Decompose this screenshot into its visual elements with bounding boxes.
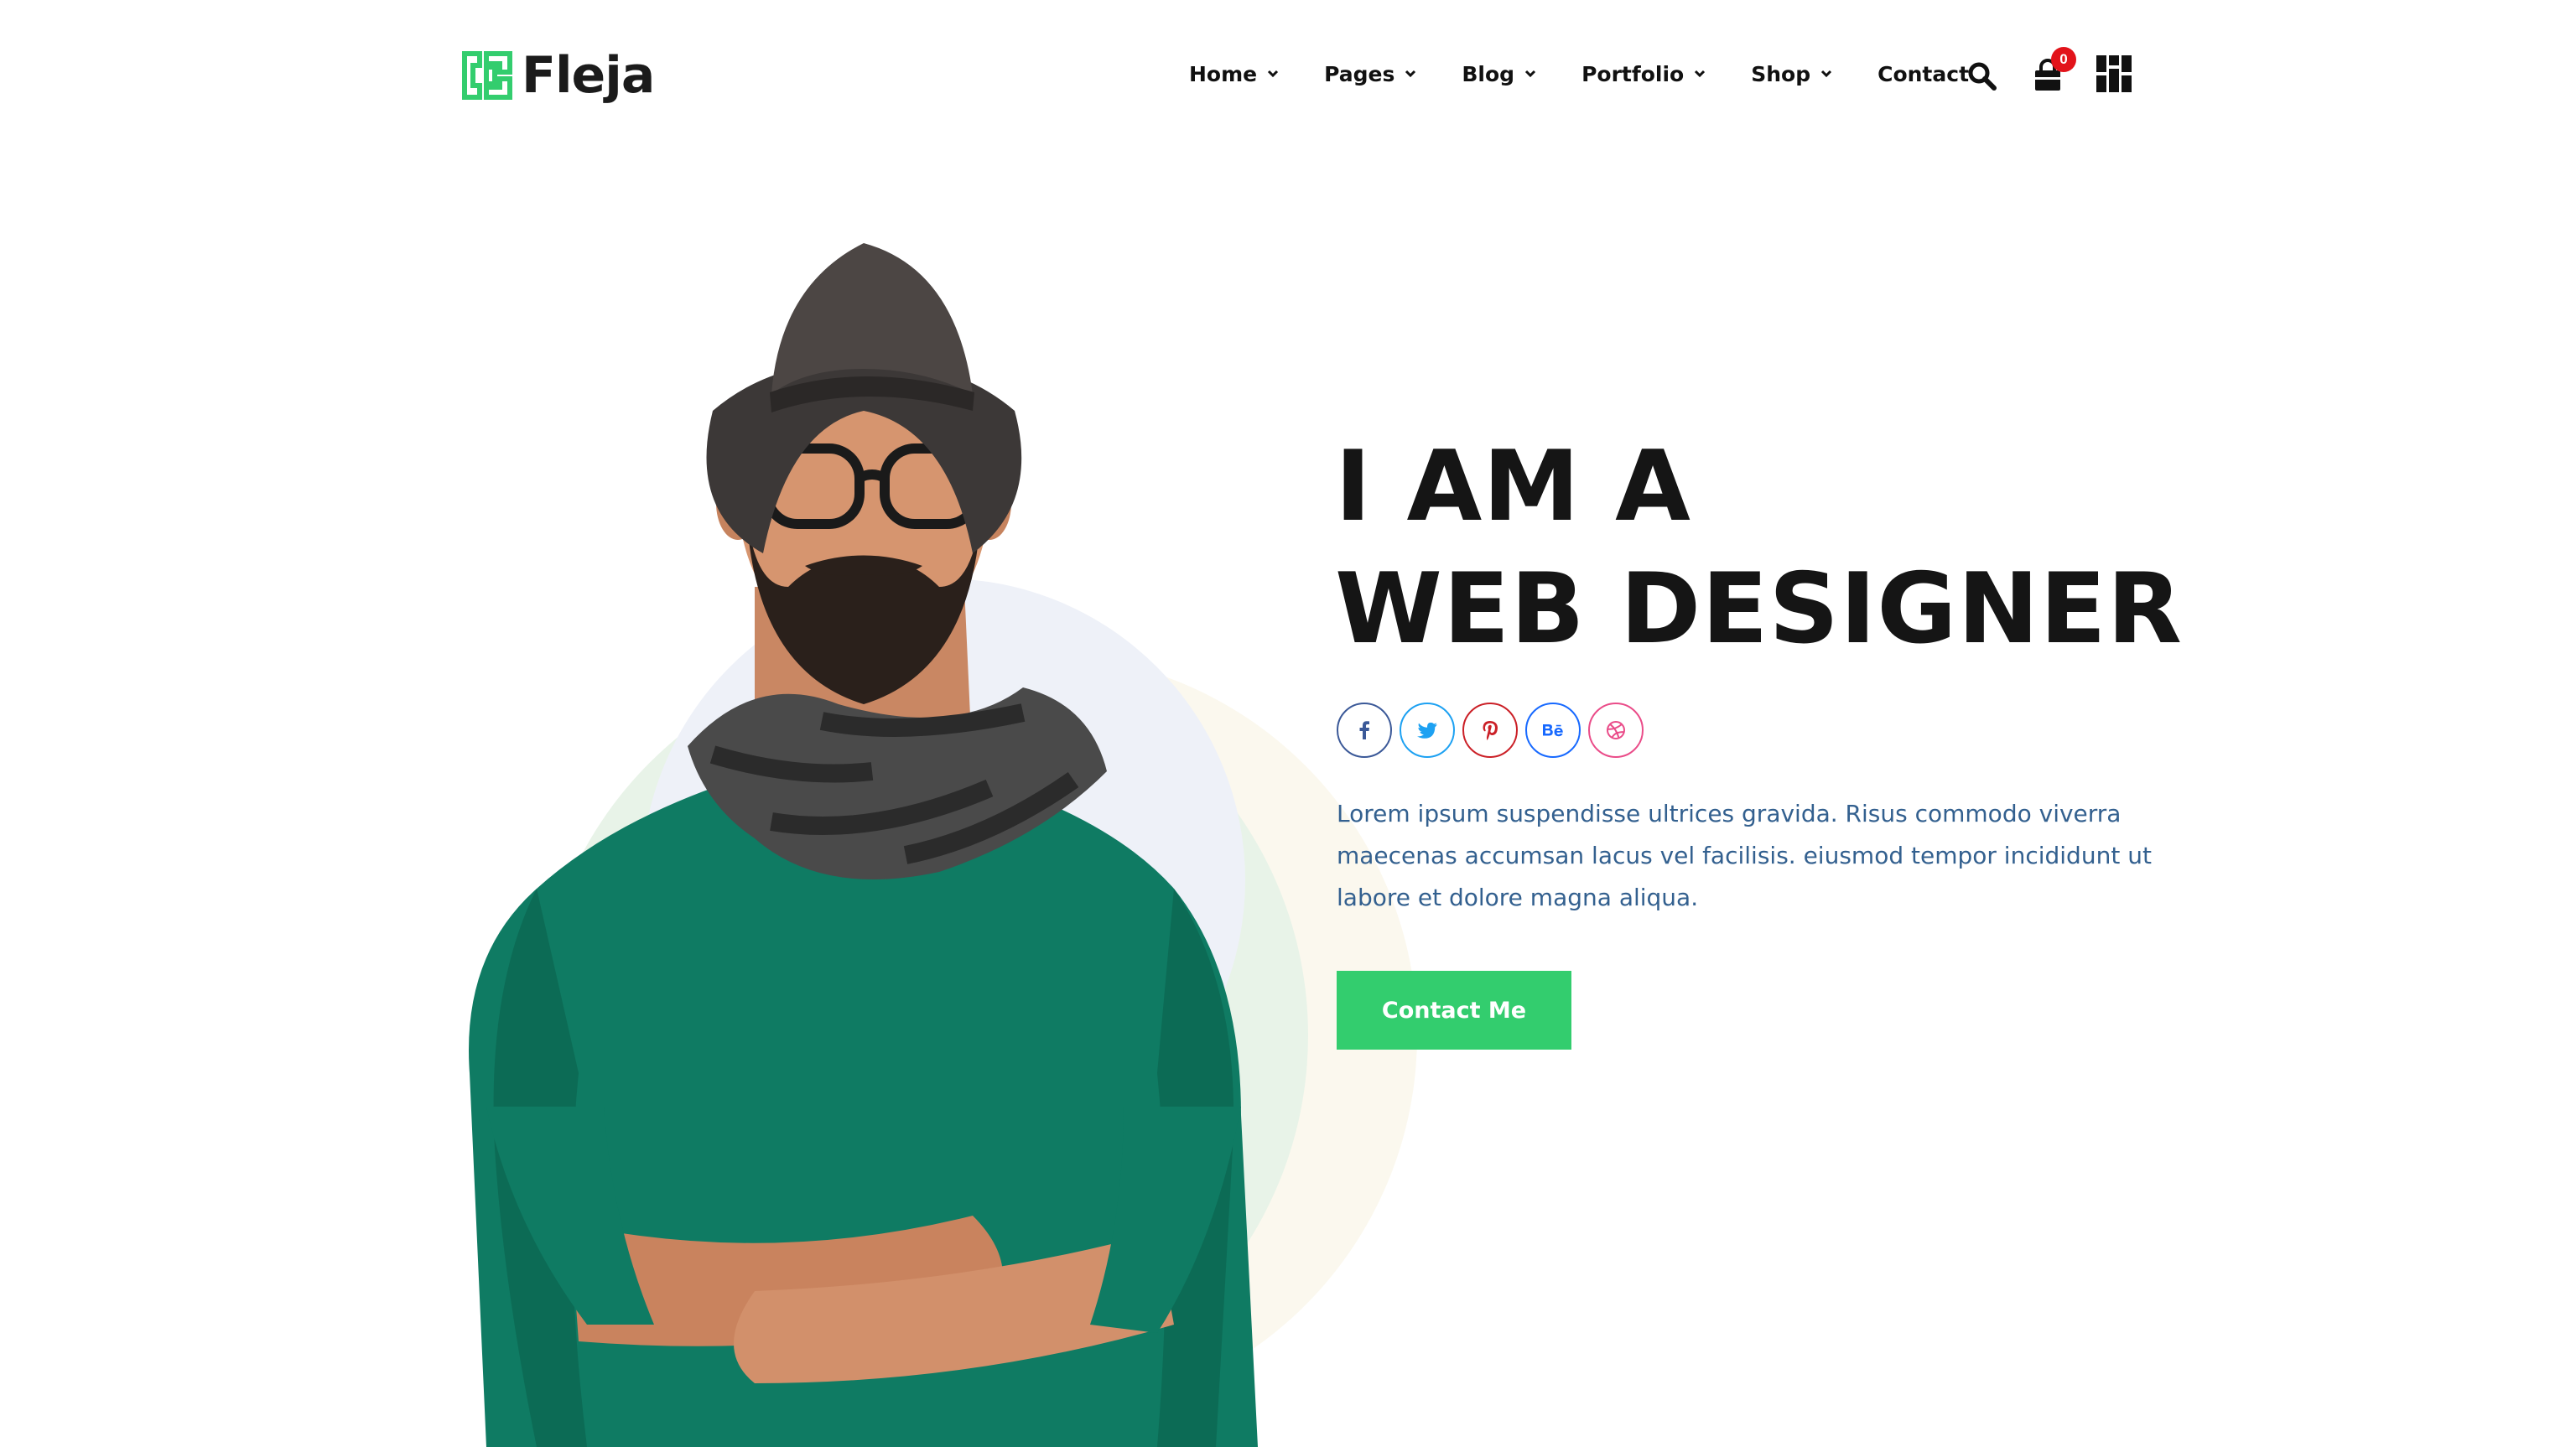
facebook-icon [1359,721,1369,739]
nav-item-label: Portfolio [1581,61,1685,86]
dribbble-icon [1607,721,1625,739]
chevron-down-icon [1405,70,1416,78]
nav-item-label: Home [1189,61,1258,86]
hero-headline: I AM A WEB DESIGNER [1335,426,2183,671]
page: Fleja Home Pages Blog Portfolio Shop Con… [0,0,2576,1447]
nav-item-label: Pages [1324,61,1395,86]
nav-item-pages[interactable]: Pages [1324,62,1418,86]
hero-description: Lorem ipsum suspendisse ultrices gravida… [1337,800,2152,911]
site-header: Fleja Home Pages Blog Portfolio Shop Con… [0,0,2576,151]
chevron-down-icon [1695,70,1706,78]
cart-count-badge: 0 [2051,47,2076,72]
brand-name: Fleja [522,46,655,105]
behance-icon [1543,724,1563,737]
contact-me-button[interactable]: Contact Me [1337,971,1571,1050]
nav-item-label: Blog [1462,61,1515,86]
facebook-link[interactable] [1337,703,1392,758]
nav-item-contact[interactable]: Contact [1877,62,1969,86]
behance-link[interactable] [1525,703,1581,758]
nav-item-blog[interactable]: Blog [1462,62,1538,86]
dribbble-link[interactable] [1588,703,1644,758]
brand-logo[interactable]: Fleja [461,44,655,107]
twitter-link[interactable] [1400,703,1455,758]
chevron-down-icon [1268,70,1279,78]
pinterest-link[interactable] [1462,703,1518,758]
chevron-down-icon [1821,70,1832,78]
hero-person-image [469,243,1258,1447]
twitter-icon [1417,722,1437,739]
main-nav: Home Pages Blog Portfolio Shop Contact [1189,55,1969,92]
nav-item-label: Shop [1751,61,1811,86]
nav-item-shop[interactable]: Shop [1751,62,1834,86]
nav-item-portfolio[interactable]: Portfolio [1581,62,1707,86]
chevron-down-icon [1525,70,1536,78]
nav-item-home[interactable]: Home [1189,62,1280,86]
nav-item-label: Contact [1877,61,1970,86]
search-icon[interactable] [1967,61,1997,91]
social-links [1337,703,1651,758]
hero-headline-line1: I AM A [1335,430,1691,543]
hero-headline-line2: WEB DESIGNER [1335,552,2184,666]
fleja-logo-mark-icon [462,51,512,100]
pinterest-icon [1483,721,1498,740]
grid-menu-icon[interactable] [2096,55,2132,92]
